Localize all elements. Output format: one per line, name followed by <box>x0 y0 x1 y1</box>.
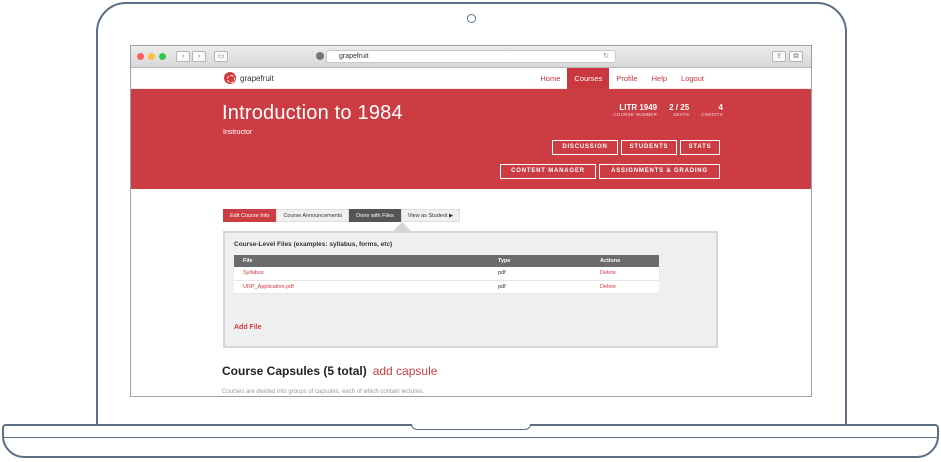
course-stats: LITR 1949 COURSE NUMBER 2 / 25 SEATS 4 C… <box>613 103 723 117</box>
col-type: Type <box>489 255 591 267</box>
discussion-button[interactable]: DISCUSSION <box>552 140 618 155</box>
edit-course-info-button[interactable]: Edit Course Info <box>223 209 277 222</box>
stat-value: 4 <box>718 103 723 112</box>
capsules-heading: Course Capsules (5 total) add capsule <box>222 364 437 378</box>
browser-nav-buttons: ‹ › ▭ <box>176 51 228 62</box>
stat-credits: 4 CREDITS <box>701 103 723 117</box>
stats-button[interactable]: STATS <box>680 140 720 155</box>
close-window-button[interactable] <box>137 53 144 60</box>
camera-icon <box>467 14 476 23</box>
course-action-tabs: Edit Course Info Course Announcements Do… <box>223 209 461 222</box>
laptop-base <box>2 424 939 458</box>
file-link[interactable]: Syllabus <box>234 267 489 281</box>
browser-right-buttons: ⇪ ⧉ <box>772 51 803 62</box>
browser-toolbar: ‹ › ▭ grapefruit ↻ ⇪ ⧉ <box>131 46 811 68</box>
files-panel-title: Course-Level Files (examples: syllabus, … <box>234 241 393 248</box>
grapefruit-logo-icon <box>224 72 236 84</box>
nav-home[interactable]: Home <box>533 68 567 89</box>
nav-help[interactable]: Help <box>645 68 674 89</box>
table-row: URP_Application.pdf pdf Delete <box>234 280 659 294</box>
file-link[interactable]: URP_Application.pdf <box>234 280 489 294</box>
file-type: pdf <box>489 280 591 294</box>
file-type: pdf <box>489 267 591 281</box>
privacy-shield-icon <box>316 52 324 60</box>
assignments-grading-button[interactable]: ASSIGNMENTS & GRADING <box>599 164 720 179</box>
delete-file-button[interactable]: Delete <box>591 267 659 281</box>
files-table: File Type Actions Syllabus pdf Delete UR… <box>234 255 659 294</box>
stat-value: LITR 1949 <box>619 103 658 112</box>
stat-label: SEATS <box>673 112 690 117</box>
stat-course-number: LITR 1949 COURSE NUMBER <box>613 103 657 117</box>
laptop-illustration: ‹ › ▭ grapefruit ↻ ⇪ ⧉ grapefruit Home C… <box>0 0 941 462</box>
share-icon[interactable]: ⇪ <box>772 51 786 62</box>
back-button[interactable]: ‹ <box>176 51 190 62</box>
view-as-student-button[interactable]: View as Student ▶ <box>400 209 461 222</box>
nav-profile[interactable]: Profile <box>609 68 644 89</box>
add-file-button[interactable]: Add File <box>234 324 262 331</box>
base-divider <box>4 437 937 438</box>
col-file: File <box>234 255 489 267</box>
site-menu: Home Courses Profile Help Logout <box>533 68 711 89</box>
stat-value: 2 / 25 <box>669 103 690 112</box>
tabs-icon[interactable]: ⧉ <box>789 51 803 62</box>
window-controls <box>137 53 166 60</box>
stat-label: CREDITS <box>701 112 723 117</box>
students-button[interactable]: STUDENTS <box>621 140 677 155</box>
capsules-title: Course Capsules (5 total) <box>222 364 367 378</box>
base-notch <box>410 424 531 430</box>
col-actions: Actions <box>591 255 659 267</box>
forward-button[interactable]: › <box>192 51 206 62</box>
stat-seats: 2 / 25 SEATS <box>669 103 689 117</box>
logo-text: grapefruit <box>240 73 274 83</box>
course-files-panel: Course-Level Files (examples: syllabus, … <box>223 231 718 348</box>
reload-icon[interactable]: ↻ <box>603 51 609 62</box>
site-navbar: grapefruit Home Courses Profile Help Log… <box>131 68 811 89</box>
site-logo[interactable]: grapefruit <box>224 72 274 84</box>
nav-courses[interactable]: Courses <box>567 68 610 89</box>
done-with-files-button[interactable]: Done with Files <box>349 209 401 222</box>
add-capsule-link[interactable]: add capsule <box>373 364 438 378</box>
maximize-window-button[interactable] <box>159 53 166 60</box>
content-manager-button[interactable]: CONTENT MANAGER <box>500 164 596 179</box>
stat-label: COURSE NUMBER <box>613 112 658 117</box>
screen: ‹ › ▭ grapefruit ↻ ⇪ ⧉ grapefruit Home C… <box>130 45 812 397</box>
course-announcements-button[interactable]: Course Announcements <box>276 209 350 222</box>
address-text: grapefruit <box>339 53 369 60</box>
minimize-window-button[interactable] <box>148 53 155 60</box>
address-bar[interactable]: grapefruit ↻ <box>326 50 616 63</box>
course-title: Introduction to 1984 <box>222 102 403 124</box>
course-header: Introduction to 1984 Instructor LITR 194… <box>131 89 811 189</box>
nav-logout[interactable]: Logout <box>674 68 711 89</box>
table-header-row: File Type Actions <box>234 255 659 267</box>
sidebar-toggle-icon[interactable]: ▭ <box>214 51 228 62</box>
capsules-description: Courses are divided into groups of capsu… <box>222 389 425 395</box>
table-row: Syllabus pdf Delete <box>234 267 659 281</box>
course-role: Instructor <box>223 129 253 136</box>
delete-file-button[interactable]: Delete <box>591 280 659 294</box>
panel-pointer <box>393 222 411 231</box>
